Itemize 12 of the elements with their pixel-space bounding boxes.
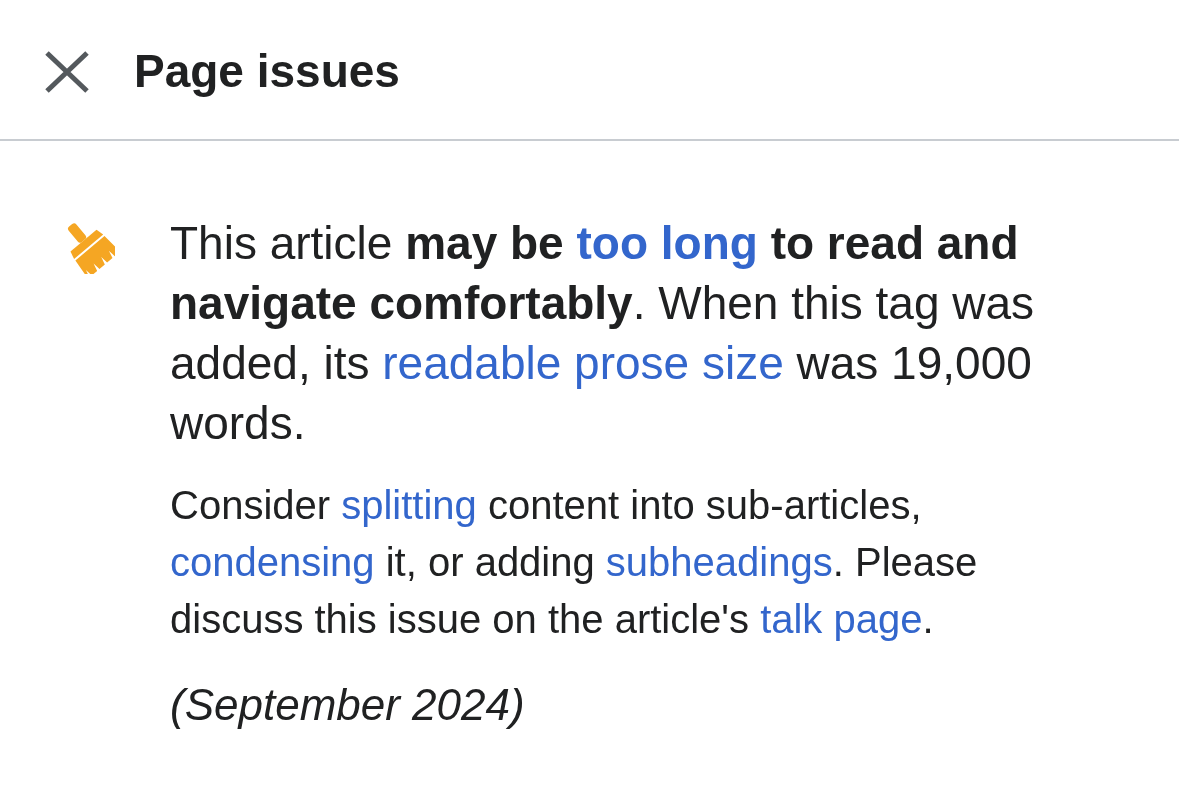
close-button[interactable] bbox=[45, 50, 89, 93]
issue-date: (September 2024) bbox=[170, 679, 526, 731]
link[interactable]: splitting bbox=[341, 483, 477, 527]
page-title: Page issues bbox=[134, 43, 400, 99]
link[interactable]: too long bbox=[576, 217, 758, 269]
link[interactable]: talk page bbox=[760, 597, 923, 641]
link[interactable]: condensing bbox=[170, 540, 375, 584]
link[interactable]: subheadings bbox=[605, 540, 833, 584]
link[interactable]: readable prose size bbox=[382, 337, 784, 389]
close-icon bbox=[45, 50, 89, 93]
issue-summary: This article may be too long to read and navigate comfortably. When this tag was added, its readable prose size was 19,000 words. bbox=[170, 216, 1036, 451]
issue-details: Consider splitting content into sub-articles, condensing it, or adding subheadings. Please discuss this issue on the article's talk page. bbox=[170, 482, 979, 643]
